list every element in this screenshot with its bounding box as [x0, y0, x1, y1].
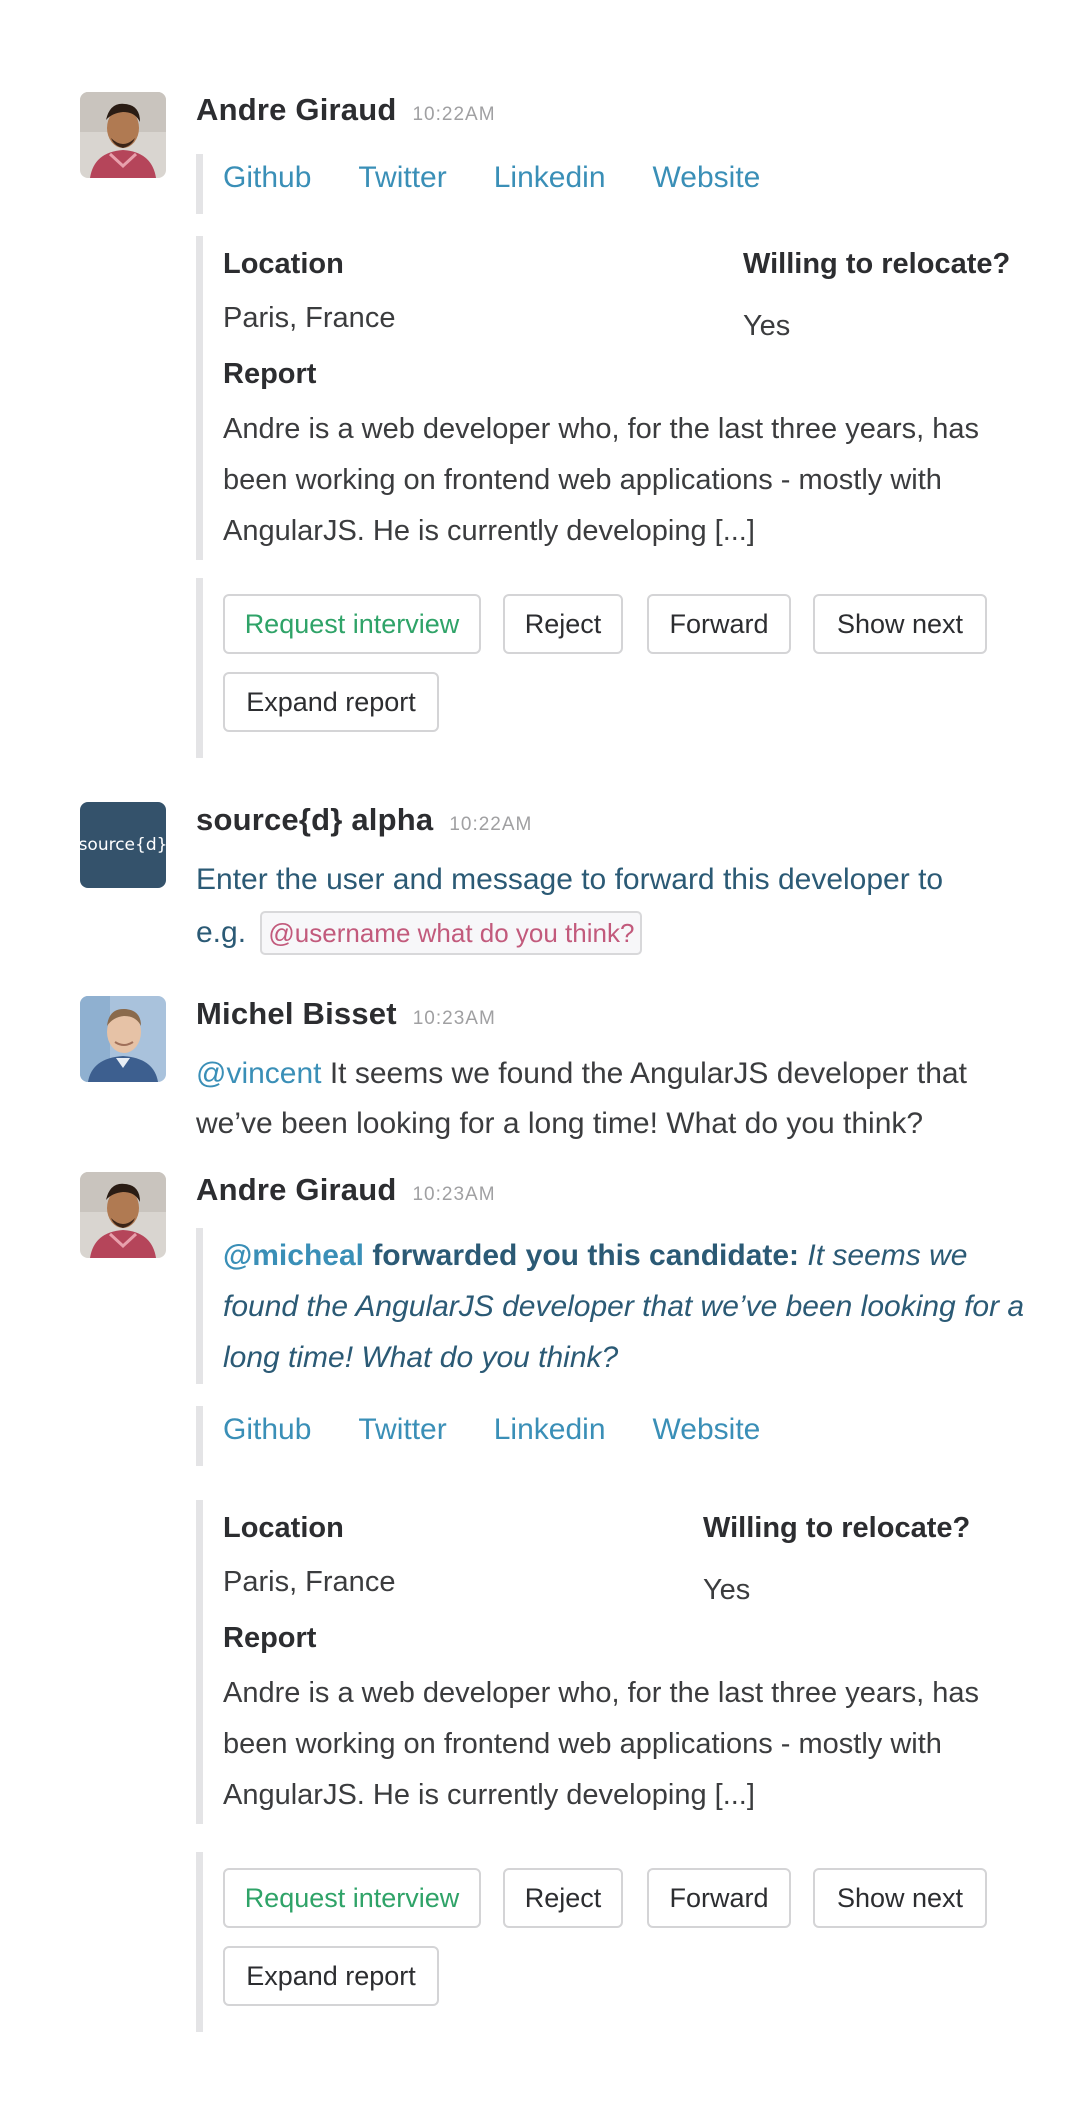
message-text-line-1: @vincent It seems we found the AngularJS… [196, 1048, 967, 1100]
bot-instruction: Enter the user and message to forward th… [196, 863, 944, 896]
timestamp[interactable]: 10:23AM [413, 1008, 496, 1030]
report-text: Andre is a web developer who, for the la… [223, 1677, 980, 1811]
show-next-button[interactable]: Show next [813, 1868, 987, 1928]
forward-note: @micheal forwarded you this candidate: I… [196, 1228, 1033, 1384]
mention-link[interactable]: @micheal [223, 1239, 364, 1272]
example-code: @username what do you think? [260, 911, 643, 955]
timestamp[interactable]: 10:22AM [449, 814, 532, 836]
author-name[interactable]: source{d} alpha [196, 802, 433, 838]
forward-button[interactable]: Forward [647, 1868, 791, 1928]
author-name[interactable]: Andre Giraud [196, 92, 396, 128]
show-next-button[interactable]: Show next [813, 594, 987, 654]
forward-button[interactable]: Forward [647, 594, 791, 654]
location-value: Paris, France [223, 1566, 396, 1598]
timestamp[interactable]: 10:22AM [412, 104, 495, 126]
action-buttons: Request interview Reject Forward Show ne… [196, 578, 1056, 758]
action-buttons: Request interview Reject Forward Show ne… [196, 1852, 1056, 2032]
timestamp[interactable]: 10:23AM [412, 1184, 495, 1206]
report-label: Report [223, 1622, 317, 1654]
avatar-andre[interactable] [80, 1172, 166, 1258]
forward-note-label: forwarded you this candidate: [363, 1239, 808, 1272]
message-feed: Andre Giraud 10:22AM Github Twitter Link… [0, 0, 1080, 2115]
avatar-sourced[interactable]: source{d} [80, 802, 166, 888]
author-name[interactable]: Andre Giraud [196, 1172, 396, 1208]
twitter-link[interactable]: Twitter [358, 1409, 446, 1451]
avatar-andre[interactable] [80, 92, 166, 178]
mention-link[interactable]: @vincent [196, 1057, 322, 1090]
location-value: Paris, France [223, 302, 396, 334]
twitter-link[interactable]: Twitter [358, 157, 446, 199]
avatar-michel[interactable] [80, 996, 166, 1082]
message-text-line-2: we’ve been looking for a long time! What… [196, 1107, 924, 1140]
reject-button[interactable]: Reject [503, 594, 623, 654]
website-link[interactable]: Website [653, 157, 761, 199]
profile-links: Github Twitter Linkedin Website [196, 1406, 807, 1466]
report-label: Report [223, 358, 317, 390]
linkedin-link[interactable]: Linkedin [494, 157, 606, 199]
github-link[interactable]: Github [223, 1409, 311, 1451]
linkedin-link[interactable]: Linkedin [494, 1409, 606, 1451]
location-label: Location [223, 1512, 344, 1544]
expand-report-button[interactable]: Expand report [223, 1946, 439, 2006]
profile-links: Github Twitter Linkedin Website [196, 154, 807, 214]
request-interview-button[interactable]: Request interview [223, 594, 481, 654]
relocate-label: Willing to relocate? [743, 248, 1011, 280]
reject-button[interactable]: Reject [503, 1868, 623, 1928]
author-name[interactable]: Michel Bisset [196, 996, 397, 1032]
report-text: Andre is a web developer who, for the la… [223, 413, 980, 547]
bot-example-line: e.g. @username what do you think? [196, 907, 643, 959]
relocate-label: Willing to relocate? [703, 1512, 971, 1544]
relocate-value: Yes [703, 1574, 751, 1606]
location-label: Location [223, 248, 344, 280]
expand-report-button[interactable]: Expand report [223, 672, 439, 732]
candidate-card: Location Willing to relocate? Paris, Fra… [196, 236, 1056, 560]
candidate-card: Location Willing to relocate? Paris, Fra… [196, 1500, 1056, 1824]
message-text: It seems we found the AngularJS develope… [321, 1057, 967, 1090]
sourced-logo-text: source{d} [80, 835, 166, 855]
relocate-value: Yes [743, 310, 791, 342]
request-interview-button[interactable]: Request interview [223, 1868, 481, 1928]
github-link[interactable]: Github [223, 157, 311, 199]
eg-label: e.g. [196, 916, 247, 949]
website-link[interactable]: Website [653, 1409, 761, 1451]
